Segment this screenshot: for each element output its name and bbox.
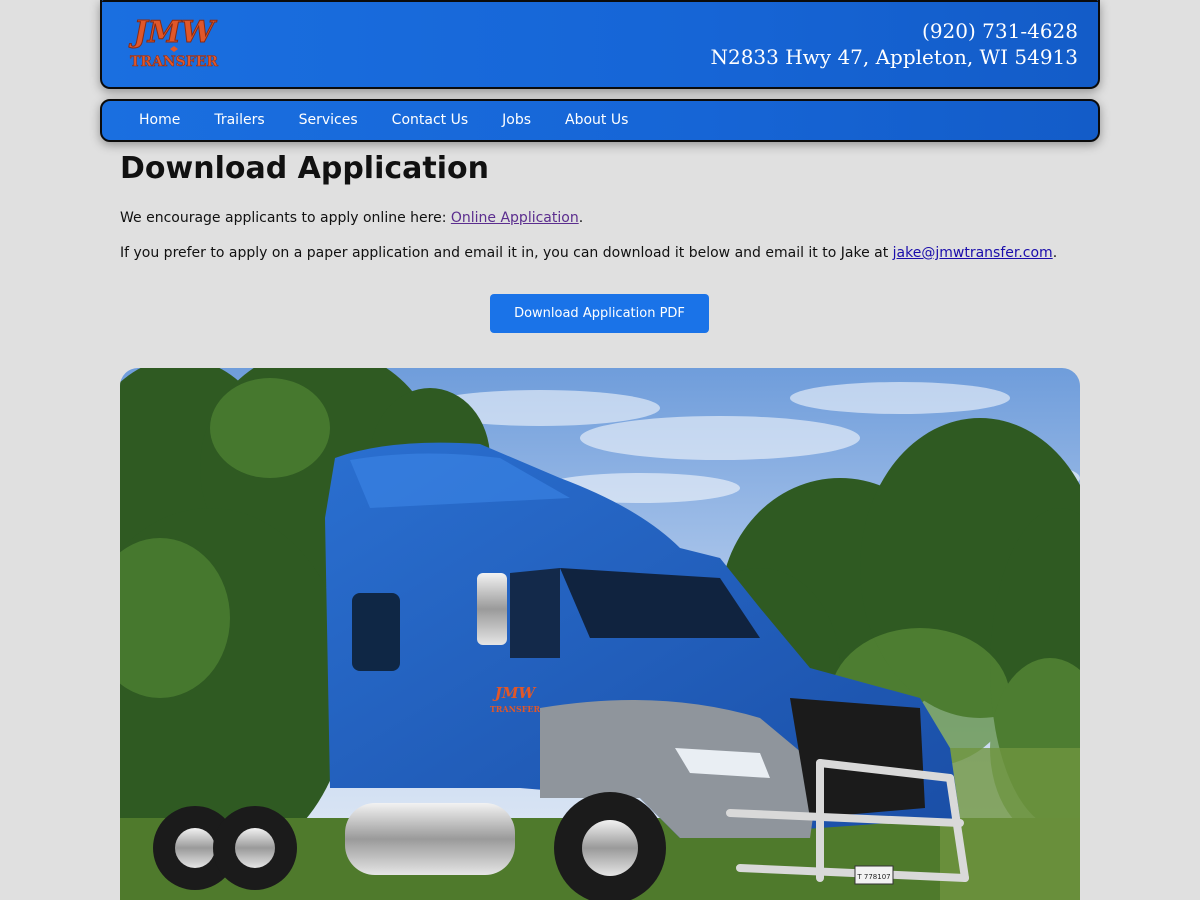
nav-contact-us[interactable]: Contact Us — [375, 101, 485, 140]
main-nav: Home Trailers Services Contact Us Jobs A… — [100, 99, 1100, 142]
p2-end: . — [1052, 245, 1058, 261]
jmw-transfer-logo[interactable]: JMW TRANSFER — [124, 12, 224, 72]
nav-jobs[interactable]: Jobs — [485, 101, 548, 140]
online-application-link[interactable]: Online Application — [451, 210, 579, 226]
online-application-paragraph: We encourage applicants to apply online … — [120, 210, 583, 226]
svg-text:JMW: JMW — [128, 15, 217, 50]
nav-trailers[interactable]: Trailers — [197, 101, 281, 140]
svg-text:T 778107: T 778107 — [856, 873, 890, 881]
svg-text:TRANSFER: TRANSFER — [130, 54, 218, 70]
page-title: Download Application — [120, 151, 489, 186]
nav-services[interactable]: Services — [282, 101, 375, 140]
site-header: JMW TRANSFER (920) 731-4628 N2833 Hwy 47… — [100, 0, 1100, 89]
address: N2833 Hwy 47, Appleton, WI 54913 — [710, 45, 1078, 69]
email-link[interactable]: jake@jmwtransfer.com — [893, 245, 1053, 261]
p1-end: . — [578, 210, 584, 226]
p2-text: If you prefer to apply on a paper applic… — [120, 245, 893, 261]
truck-photo: JMW TRANSFER T 778107 — [120, 368, 1080, 900]
download-application-button[interactable]: Download Application PDF — [490, 294, 709, 333]
svg-text:JMW: JMW — [492, 684, 538, 702]
nav-home[interactable]: Home — [122, 101, 197, 140]
paper-application-paragraph: If you prefer to apply on a paper applic… — [120, 245, 1057, 261]
contact-info: (920) 731-4628 N2833 Hwy 47, Appleton, W… — [710, 18, 1078, 70]
svg-text:TRANSFER: TRANSFER — [490, 704, 541, 714]
nav-about-us[interactable]: About Us — [548, 101, 645, 140]
phone-number[interactable]: (920) 731-4628 — [710, 18, 1078, 44]
p1-text: We encourage applicants to apply online … — [120, 210, 451, 226]
